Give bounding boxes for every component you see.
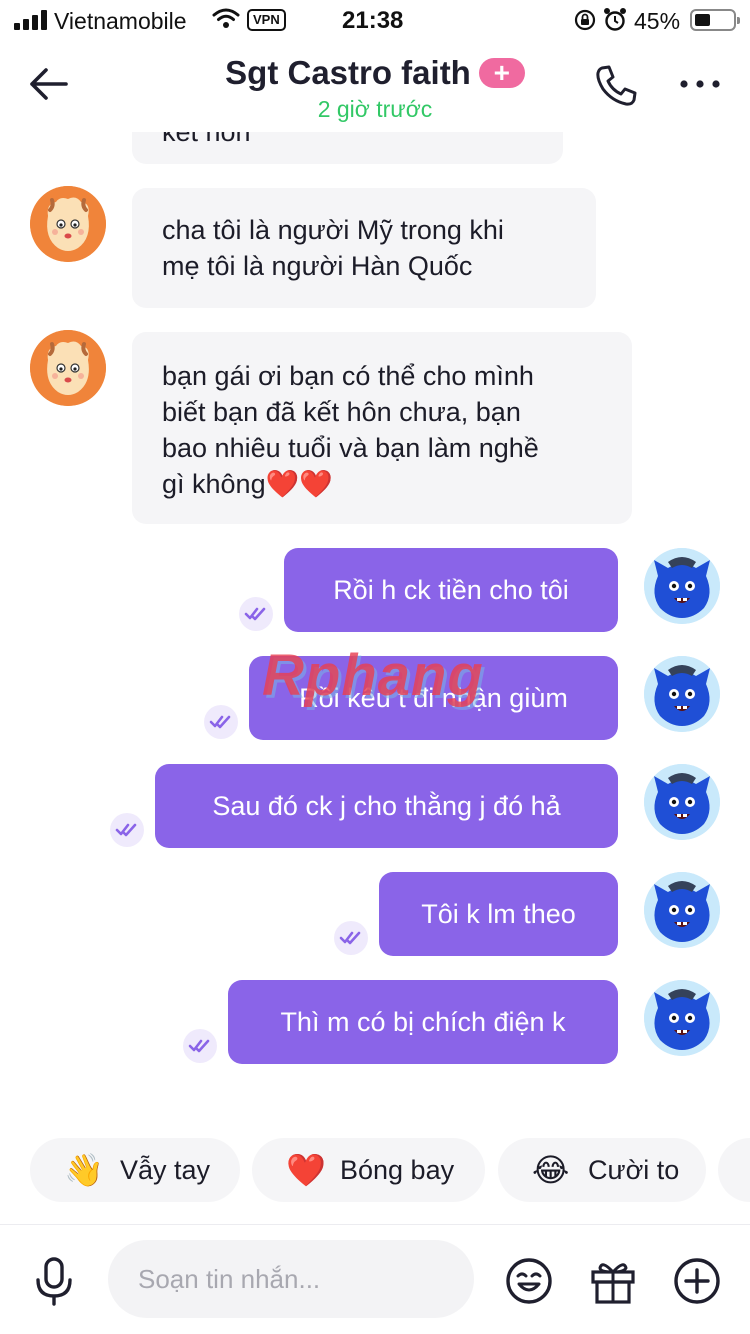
message-bubble-outgoing[interactable]: Sau đó ck j cho thằng j đó hả — [155, 764, 618, 848]
cartoon-face-icon — [30, 330, 106, 406]
message-text: Tôi k lm theo — [421, 899, 576, 929]
alarm-icon — [604, 8, 626, 31]
my-avatar[interactable] — [644, 548, 720, 624]
message-line: bạn gái ơi bạn có thể cho mình — [162, 361, 534, 391]
chat-screen: { "status_bar": {"carrier": "Vietnamobil… — [0, 0, 750, 1334]
quick-reply-heart[interactable]: ❤️ Bóng bay — [252, 1138, 485, 1202]
message-list[interactable]: kết hôn cha tôi là người Mỹ trong khi mẹ… — [0, 92, 750, 1112]
read-receipt-icon — [239, 597, 273, 631]
wifi-icon — [212, 8, 240, 28]
read-receipt-icon — [334, 921, 368, 955]
quick-reply-more[interactable] — [718, 1138, 750, 1202]
contact-name: Sgt Castro faith — [225, 54, 471, 91]
message-line: biết bạn đã kết hôn chưa, bạn — [162, 397, 521, 427]
chat-header: Sgt Castro faith + 2 giờ trước — [0, 40, 750, 132]
microphone-icon[interactable] — [32, 1256, 76, 1306]
blue-monster-icon — [644, 980, 720, 1056]
message-text: Rồi h ck tiền cho tôi — [333, 575, 569, 605]
more-options-icon[interactable] — [676, 64, 724, 104]
quick-reply-label: Vẫy tay — [120, 1155, 211, 1185]
message-bubble-incoming[interactable]: cha tôi là người Mỹ trong khi mẹ tôi là … — [132, 188, 596, 308]
read-receipt-icon — [110, 813, 144, 847]
laughing-face-icon: 😂 — [532, 1152, 570, 1188]
clock: 21:38 — [342, 7, 404, 34]
battery-percent: 45% — [634, 8, 681, 34]
contact-avatar[interactable] — [30, 330, 106, 406]
plus-badge: + — [478, 58, 525, 88]
emoji-icon[interactable] — [504, 1256, 554, 1306]
quick-reply-wave[interactable]: 👋 Vẫy tay — [30, 1138, 240, 1202]
message-text: Sau đó ck j cho thằng j đó hả — [212, 791, 561, 821]
blue-monster-icon — [644, 656, 720, 732]
battery-icon — [690, 9, 740, 31]
message-bubble-incoming[interactable]: bạn gái ơi bạn có thể cho mình biết bạn … — [132, 332, 632, 524]
waving-hand-icon: 👋 — [64, 1152, 104, 1188]
add-icon[interactable] — [672, 1256, 722, 1306]
status-bar: Vietnamobile VPN 21:38 45% — [0, 0, 750, 40]
quick-reply-laugh[interactable]: 😂 Cười to — [498, 1138, 706, 1202]
message-bubble-outgoing[interactable]: Thì m có bị chích điện k — [228, 980, 618, 1064]
message-line: mẹ tôi là người Hàn Quốc — [162, 251, 473, 281]
message-text: Thì m có bị chích điện k — [280, 1007, 566, 1037]
blue-monster-icon — [644, 872, 720, 948]
quick-reply-label: Cười to — [588, 1155, 680, 1185]
contact-avatar[interactable] — [30, 186, 106, 262]
message-bubble-outgoing[interactable]: Rồi h ck tiền cho tôi — [284, 548, 618, 632]
message-line: gì không❤️❤️ — [162, 469, 333, 499]
message-input[interactable] — [108, 1240, 474, 1318]
quick-reactions: 👋 Vẫy tay ❤️ Bóng bay 😂 Cười to — [0, 1138, 750, 1204]
rotation-lock-icon — [574, 9, 596, 31]
my-avatar[interactable] — [644, 764, 720, 840]
signal-icon — [14, 10, 48, 30]
composer-divider — [0, 1224, 750, 1225]
quick-reply-label: Bóng bay — [340, 1155, 455, 1185]
my-avatar[interactable] — [644, 980, 720, 1056]
message-bubble-outgoing[interactable]: Tôi k lm theo — [379, 872, 618, 956]
blue-monster-icon — [644, 764, 720, 840]
message-text: Rồi kêu t đi nhận giùm — [299, 683, 568, 713]
message-line: cha tôi là người Mỹ trong khi — [162, 215, 504, 245]
my-avatar[interactable] — [644, 872, 720, 948]
my-avatar[interactable] — [644, 656, 720, 732]
gift-icon[interactable] — [588, 1256, 638, 1306]
read-receipt-icon — [204, 705, 238, 739]
message-line: bao nhiêu tuổi và bạn làm nghề — [162, 433, 539, 463]
message-bubble-outgoing[interactable]: Rồi kêu t đi nhận giùm — [249, 656, 618, 740]
heart-icon: ❤️ — [286, 1152, 326, 1188]
cartoon-face-icon — [30, 186, 106, 262]
phone-icon[interactable] — [592, 62, 640, 110]
vpn-badge: VPN — [247, 9, 286, 31]
blue-monster-icon — [644, 548, 720, 624]
carrier-name: Vietnamobile — [54, 8, 187, 34]
read-receipt-icon — [183, 1029, 217, 1063]
